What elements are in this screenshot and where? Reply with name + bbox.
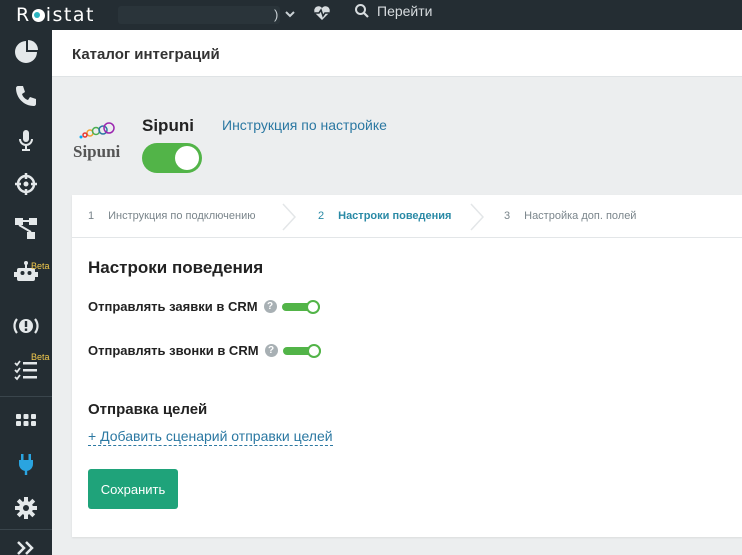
project-name: ) (274, 7, 279, 22)
integration-name: Sipuni (142, 116, 194, 135)
flow-icon (15, 218, 37, 239)
sidebar-item-analytics[interactable] (0, 30, 52, 74)
plug-icon (19, 454, 33, 475)
option-label: Отправлять заявки в CRM (88, 299, 258, 314)
send-leads-toggle[interactable] (281, 299, 320, 314)
roistat-logo[interactable]: Ristat (16, 4, 95, 26)
option-label: Отправлять звонки в CRM (88, 343, 259, 358)
beta-badge: Beta (31, 352, 50, 362)
sidebar-item-alerts[interactable] (0, 304, 52, 348)
settings-card: 1 Инструкция по подключению 2 Настроки пов… (72, 195, 742, 537)
step-number: 3 (504, 210, 511, 222)
sidebar-item-integrations[interactable] (0, 442, 52, 486)
crosshair-icon (15, 173, 37, 195)
add-goal-scenario-link[interactable]: + Добавить сценарий отправки целей (88, 428, 333, 446)
sipuni-logo: Sipuni (72, 122, 134, 162)
sidebar-item-speech[interactable] (0, 118, 52, 162)
sidebar-item-bot[interactable] (0, 250, 52, 294)
gear-icon (15, 497, 37, 519)
step-number: 2 (318, 210, 325, 222)
sidebar-divider (0, 396, 52, 397)
pie-chart-icon (15, 40, 38, 63)
toggle-knob (305, 299, 320, 314)
step-label: Настроки поведения (338, 210, 452, 222)
send-calls-toggle[interactable] (282, 343, 321, 358)
sidebar-item-targeting[interactable] (0, 162, 52, 206)
sidebar: Beta Beta (0, 30, 52, 555)
sidebar-item-leads[interactable] (0, 206, 52, 250)
section-title: Настроки поведения (88, 258, 264, 277)
sidebar-expand-button[interactable] (0, 534, 52, 555)
step-label: Настройка доп. полей (524, 210, 637, 222)
alert-icon (13, 318, 39, 334)
step-separator-icon (470, 203, 484, 231)
step-label: Инструкция по подключению (108, 210, 256, 222)
sidebar-item-calltracking[interactable] (0, 74, 52, 118)
step-2[interactable]: 2 Настроки поведения (318, 210, 451, 222)
help-icon[interactable]: ? (263, 300, 277, 313)
chevron-down-icon[interactable] (283, 4, 297, 24)
toggle-knob (175, 146, 199, 170)
beta-badge: Beta (31, 261, 50, 271)
goto-link[interactable]: Перейти (377, 3, 432, 19)
step-separator-icon (282, 203, 296, 231)
microphone-icon (19, 130, 33, 151)
integration-enabled-toggle[interactable] (142, 143, 202, 173)
save-button[interactable]: Сохранить (88, 469, 178, 509)
sidebar-item-apps[interactable] (0, 398, 52, 442)
double-chevron-icon (17, 541, 34, 555)
page-header: Каталог интеграций (52, 30, 742, 77)
step-number: 1 (88, 210, 95, 222)
sidebar-divider (0, 529, 52, 530)
project-selector[interactable]: ) (118, 6, 280, 24)
sipuni-logo-text: Sipuni (73, 142, 121, 161)
phone-icon (16, 86, 36, 106)
help-icon[interactable]: ? (264, 344, 278, 357)
grid-icon (16, 414, 36, 426)
stepper: 1 Инструкция по подключению 2 Настроки пов… (72, 195, 742, 238)
top-bar: Ristat (0, 0, 742, 30)
sidebar-item-settings[interactable] (0, 486, 52, 530)
option-send-calls-row: Отправлять звонки в CRM ? (88, 343, 321, 358)
search-icon[interactable] (354, 3, 370, 19)
toggle-knob (306, 343, 321, 358)
goals-title: Отправка целей (88, 401, 208, 418)
step-1[interactable]: 1 Инструкция по подключению (88, 210, 255, 222)
step-3[interactable]: 3 Настройка доп. полей (504, 210, 636, 222)
page-title: Каталог интеграций (72, 46, 220, 63)
setup-instruction-link[interactable]: Инструкция по настройке (222, 117, 387, 133)
option-send-leads-row: Отправлять заявки в CRM ? (88, 299, 320, 314)
heart-pulse-icon[interactable] (312, 3, 332, 23)
